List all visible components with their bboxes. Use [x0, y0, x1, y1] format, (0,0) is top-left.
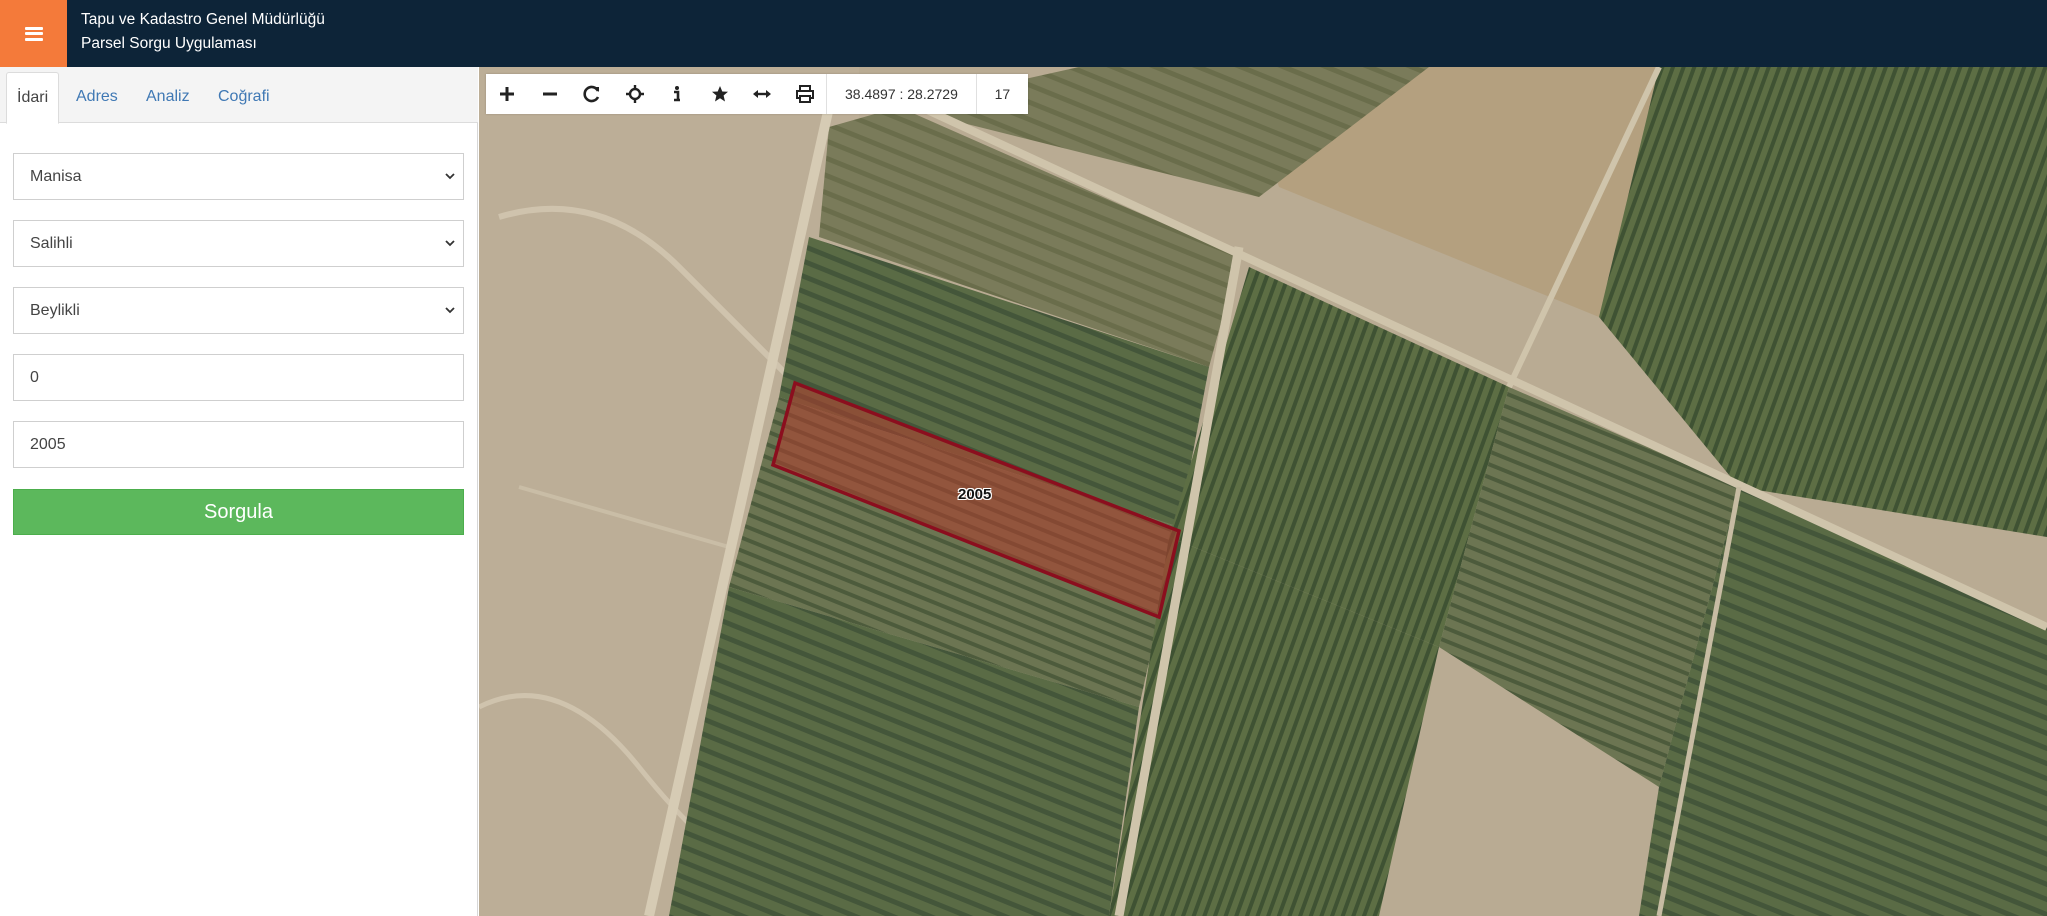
favorite-icon	[711, 86, 728, 102]
locate-button[interactable]	[614, 74, 657, 114]
menu-button[interactable]	[0, 0, 67, 67]
satellite-imagery	[479, 67, 2047, 916]
mahalle-select-value: Beylikli	[30, 302, 80, 319]
refresh-icon	[583, 85, 600, 103]
ada-input-value: 0	[30, 369, 39, 386]
chevron-down-icon	[445, 173, 455, 180]
ada-input[interactable]: 0	[13, 354, 464, 401]
map-toolbar: 38.4897 : 28.2729 17	[486, 74, 1028, 114]
app-title-line2: Parsel Sorgu Uygulaması	[81, 35, 257, 52]
sorgula-button[interactable]: Sorgula	[13, 489, 464, 535]
favorite-button[interactable]	[699, 74, 742, 114]
map-view[interactable]: 2005	[479, 67, 2047, 916]
tab-bar: İdari Adres Analiz Coğrafi	[0, 67, 478, 124]
refresh-button[interactable]	[571, 74, 614, 114]
zoom-level: 17	[975, 74, 1028, 114]
tab-adres[interactable]: Adres	[66, 72, 128, 124]
info-button[interactable]	[656, 74, 699, 114]
info-icon	[674, 86, 681, 102]
parcel-label: 2005	[958, 486, 992, 503]
tab-cografi[interactable]: Coğrafi	[208, 72, 280, 124]
tab-analiz[interactable]: Analiz	[136, 72, 200, 124]
zoom-out-button[interactable]	[529, 74, 572, 114]
locate-icon	[625, 85, 644, 103]
hamburger-icon	[24, 26, 43, 41]
ilce-select-value: Salihli	[30, 235, 73, 252]
chevron-down-icon	[445, 307, 455, 314]
app-title-line1: Tapu ve Kadastro Genel Müdürlüğü	[81, 11, 325, 28]
coordinate-readout: 38.4897 : 28.2729	[826, 74, 976, 114]
sidebar: İdari Adres Analiz Coğrafi Manisa Salihl…	[0, 67, 478, 916]
il-select[interactable]: Manisa	[13, 153, 464, 200]
measure-button[interactable]	[741, 74, 784, 114]
zoom-in-icon	[500, 87, 515, 101]
mahalle-select[interactable]: Beylikli	[13, 287, 464, 334]
tab-idari[interactable]: İdari	[6, 72, 60, 124]
ilce-select[interactable]: Salihli	[13, 220, 464, 267]
zoom-out-icon	[542, 92, 557, 96]
print-button[interactable]	[784, 74, 827, 114]
il-select-value: Manisa	[30, 168, 82, 185]
parsel-input[interactable]: 2005	[13, 421, 464, 468]
parsel-input-value: 2005	[30, 436, 66, 453]
chevron-down-icon	[445, 240, 455, 247]
measure-icon	[753, 90, 772, 98]
app-title: Tapu ve Kadastro Genel Müdürlüğü Parsel …	[81, 8, 325, 56]
zoom-in-button[interactable]	[486, 74, 529, 114]
app-header: Tapu ve Kadastro Genel Müdürlüğü Parsel …	[0, 0, 2047, 67]
print-icon	[795, 85, 814, 103]
